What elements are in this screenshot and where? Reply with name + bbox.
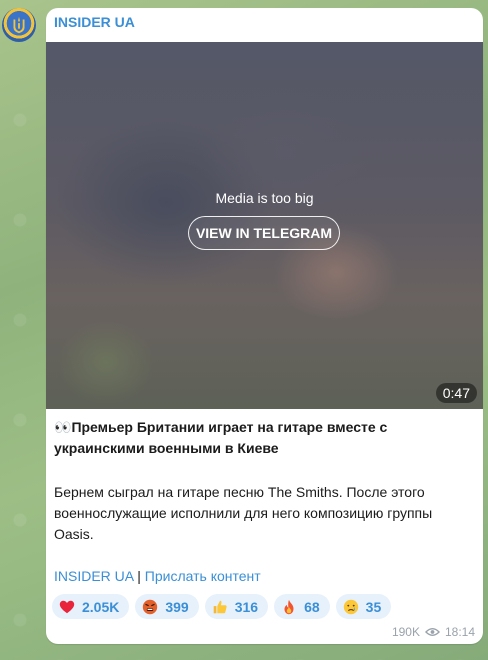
video-duration: 0:47 — [435, 383, 477, 403]
media-too-big-message: Media is too big — [215, 190, 314, 206]
reaction-thumbs-up[interactable]: 316 — [204, 594, 269, 619]
link-separator: | — [133, 568, 145, 584]
reaction-count: 35 — [365, 598, 382, 615]
view-count: 190K — [391, 625, 420, 639]
reaction-count: 68 — [304, 598, 320, 615]
message-time: 18:14 — [444, 625, 475, 639]
heart-icon — [59, 600, 75, 613]
video-preview[interactable]: Media is too big VIEW IN TELEGRAM 0:47 — [46, 42, 483, 409]
submit-content-link[interactable]: Прислать контент — [145, 568, 261, 584]
reactions-bar: 2.05K 399 316 68 35 — [52, 594, 392, 619]
post-body: Бернем сыграл на гитаре песню The Smiths… — [54, 484, 433, 542]
thumbs-up-icon — [213, 600, 227, 613]
message-meta: 190K 18:14 — [392, 625, 475, 639]
post-title: 👀Премьер Британии играет на гитаре вмест… — [54, 417, 474, 459]
ukraine-trident-icon — [13, 16, 25, 34]
reaction-count: 316 — [234, 598, 259, 615]
reaction-angry[interactable]: 399 — [135, 594, 199, 619]
reaction-count: 399 — [165, 598, 189, 615]
channel-name[interactable]: INSIDER UA — [54, 14, 135, 30]
channel-avatar[interactable] — [2, 8, 36, 42]
crying-face-icon — [343, 599, 358, 614]
reaction-fire[interactable]: 68 — [274, 594, 330, 619]
view-in-telegram-button[interactable]: VIEW IN TELEGRAM — [188, 216, 340, 250]
channel-link[interactable]: INSIDER UA — [54, 568, 133, 584]
reaction-heart[interactable]: 2.05K — [52, 594, 130, 619]
eyes-emoji-icon: 👀 — [54, 419, 72, 435]
angry-face-icon — [143, 599, 158, 614]
post-title-text: Премьер Британии играет на гитаре вместе… — [54, 419, 388, 456]
reaction-crying[interactable]: 35 — [335, 594, 392, 619]
post-links: INSIDER UA | Прислать контент — [54, 566, 474, 587]
fire-icon — [284, 599, 294, 614]
message-bubble: INSIDER UA Media is too big VIEW IN TELE… — [46, 8, 483, 644]
reaction-count: 2.05K — [82, 598, 120, 615]
eye-icon — [424, 628, 440, 636]
